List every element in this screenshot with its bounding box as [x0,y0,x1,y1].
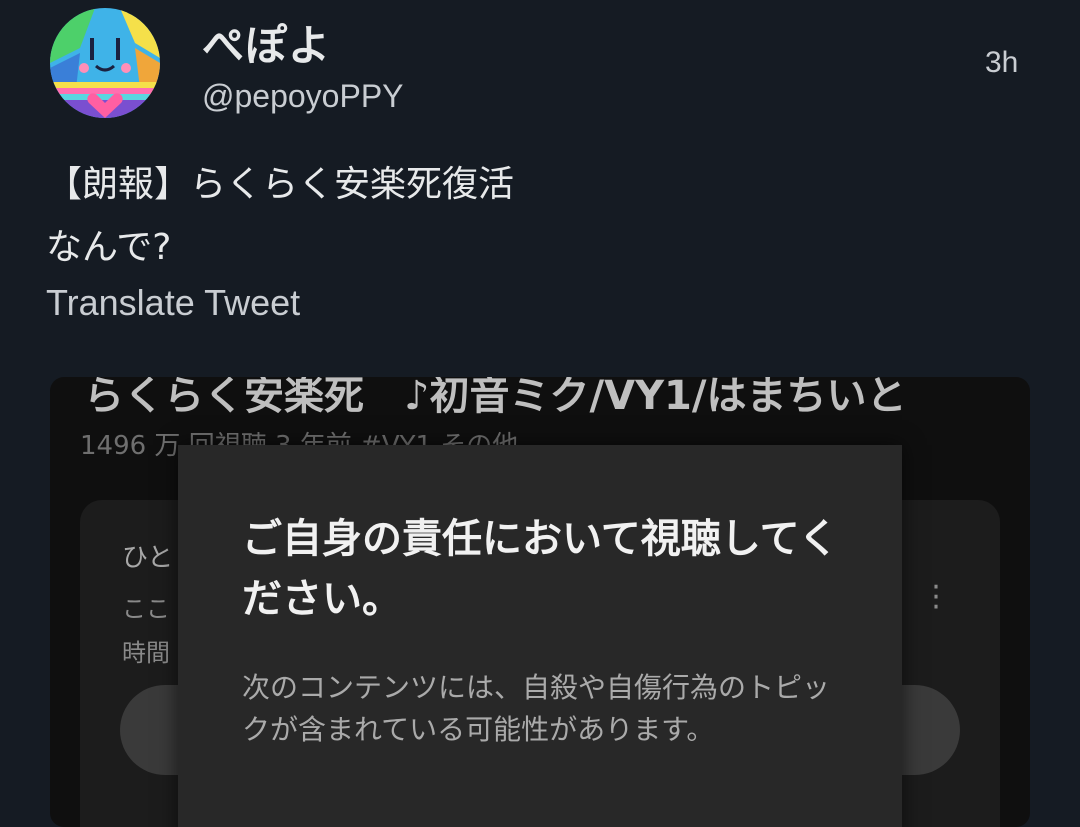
display-name[interactable]: ぺぽよ [202,12,331,73]
tweet-text-line: なんで? [46,227,172,268]
avatar[interactable] [50,8,160,118]
translate-tweet-link[interactable]: Translate Tweet [46,282,300,324]
dialog-body: 次のコンテンツには、自殺や自傷行為のトピックが含まれている可能性があります。 [242,671,831,746]
tweet-text-line: 【朗報】らくらく安楽死復活 [46,164,515,205]
avatar-image [50,8,160,118]
user-handle[interactable]: @pepoyoPPY [202,78,404,115]
background-text: ひと [122,543,174,573]
content-warning-dialog: ご自身の責任において視聴してください。 次のコンテンツには、自殺や自傷行為のトピ… [178,445,902,827]
kebab-menu-icon: · · · [931,570,941,625]
tweet-media-image[interactable]: らくらく安楽死 ♪初音ミク/VY1/はまちいと 1496 万 回視聴 3 年前 … [50,377,1030,827]
video-title: らくらく安楽死 ♪初音ミク/VY1/はまちいと [84,377,907,419]
background-text: ここ [122,595,170,623]
dialog-title: ご自身の責任において視聴してください。 [242,516,839,622]
tweet-timestamp[interactable]: 3h [985,46,1018,80]
background-text: 時間 [122,639,170,667]
